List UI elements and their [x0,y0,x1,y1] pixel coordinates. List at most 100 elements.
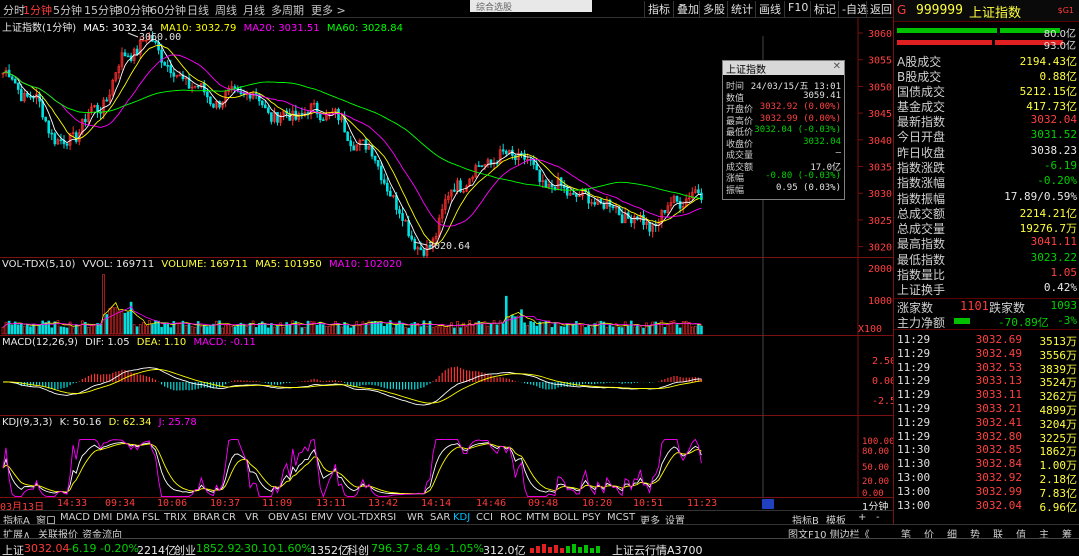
indicator-tab-4[interactable]: DMA [116,512,139,523]
volume-bar [559,326,563,335]
up-count: 1101 [960,299,989,313]
indicator-tab-19[interactable]: ROC [500,512,522,523]
kc-index-label[interactable]: 科创 [347,542,369,556]
sh-index-label[interactable]: 上证 [2,542,24,556]
toolbar-btn-back[interactable]: 返回 [866,1,895,17]
lower-tabbar: 扩展∧ 关联报价 资金流向 图文F10 侧边栏《 [0,524,893,541]
candle-body [172,72,176,77]
macd-chart-panel[interactable]: 2.50 0.00 -2.50 MACD(12,26,9) DIF: 1.05 DE… [0,336,893,416]
toolbar-btn-indicator[interactable]: 指标 [644,1,673,17]
popup-row-value: 3032.92 (0.00%) [759,102,841,112]
period-tab-multi[interactable]: 多周期 [271,2,304,18]
volume-bar [236,324,240,335]
popup-header: 上证指数 ✕ [723,61,844,76]
tick-price: 3032.99 [975,484,1022,498]
stock-search-input[interactable]: 综合选股 [470,0,592,12]
candle-body [16,82,20,90]
period-tab-day[interactable]: 日线 [187,2,209,18]
candle-body [535,164,539,171]
tick-time: 11:29 [897,402,931,415]
dif-label: DIF: 1.05 [85,337,130,348]
indicator-tab-14[interactable]: RSI [380,512,396,523]
volume-bar [456,321,459,335]
info-value: -6.19 [1043,158,1077,172]
quote-code: 999999 [916,3,963,18]
toolbar-btn-multi[interactable]: 多股 [699,1,728,17]
tick-price: 3032.85 [975,443,1022,457]
volume-bar [697,323,700,335]
volume-bar [504,295,508,335]
tick-row: 11:29 3032.53 3839万 [894,361,1079,376]
info-value: 417.73亿 [1026,100,1077,113]
tick-time: 13:00 [897,471,931,484]
indicator-tab-7[interactable]: BRAR [193,512,220,523]
netflow-label: 主力净额 [897,316,946,330]
indicator-tab-8[interactable]: CR [222,512,236,523]
indicator-tab-23[interactable]: MCST [607,512,635,523]
volume-chart-panel[interactable]: 20000 10000 X100 VOL-TDX(5,10) VVOL: 16971… [0,258,893,336]
period-tab-fenshi[interactable]: 分时 [3,2,25,18]
period-tab-15min[interactable]: 15分钟 [84,2,120,18]
toolbar-btn-mark[interactable]: 标记 [810,1,839,17]
volume-bar [361,321,365,335]
candle-body [419,247,423,251]
volume-bar [148,320,151,335]
kdj-chart-panel[interactable]: 100.00 80.00 50.00 20.00 0.00 KDJ(9,3,3) K: … [0,416,893,498]
volume-bar [541,322,545,335]
indicator-right-btn-3[interactable]: - [876,512,880,523]
candle-body [321,119,325,122]
candle-body [565,187,569,196]
volume-bar [568,323,572,335]
info-row: 基金成交 417.73亿 [894,98,1079,114]
toolbar-btn-draw[interactable]: 画线 [755,1,784,17]
indicator-tab-11[interactable]: ASI [291,512,307,523]
indicator-tab-13[interactable]: VOL-TDX [337,512,380,523]
volume-bar [38,324,41,335]
indicator-tab-6[interactable]: TRIX [164,512,187,523]
period-tab-60min[interactable]: 60分钟 [150,2,186,18]
indicator-tab-9[interactable]: VR [245,512,259,523]
candle-body [206,91,209,98]
candle-body [379,165,383,181]
period-tab-30min[interactable]: 30分钟 [116,2,152,18]
period-tab-5min[interactable]: 5分钟 [53,2,82,18]
toolbar-btn-overlay[interactable]: 叠加 [673,1,702,17]
period-tab-more[interactable]: 更多 > [311,2,346,18]
popup-row: 成交额 17.0亿 [723,160,844,173]
candle-body [349,140,353,147]
toolbar-btn-f10[interactable]: F10 [784,1,811,17]
indicator-tab-22[interactable]: PSY [582,512,601,523]
volume-bar [358,324,362,335]
indicator-tab-12[interactable]: EMV [311,512,333,523]
indicator-tab-15[interactable]: WR [407,512,424,523]
indicator-tab-21[interactable]: BOLL [553,512,579,523]
period-tab-week[interactable]: 周线 [215,2,237,18]
cy-index-label[interactable]: 创业 [174,542,196,556]
period-tab-1min[interactable]: 1分钟 [23,2,52,18]
indicator-tab-16[interactable]: SAR [430,512,450,523]
indicator-tab-17[interactable]: KDJ [453,512,470,523]
volume-bar [431,327,435,335]
indicator-right-btn-2[interactable]: + [858,512,866,523]
indicator-tab-10[interactable]: OBV [268,512,289,523]
popup-close-icon[interactable]: ✕ [833,61,841,72]
volume-bar [187,323,191,335]
volume-bar [379,321,383,335]
indicator-tab-3[interactable]: DMI [93,512,112,523]
dea-line [3,368,702,404]
candle-body [352,145,356,151]
info-value: 2214.21亿 [1019,206,1077,220]
vol-tick-label: 10000 [868,296,893,307]
info-row: 指数量比 1.05 [894,266,1079,282]
indicator-tab-2[interactable]: MACD [60,512,90,523]
indicator-tab-18[interactable]: CCI [476,512,493,523]
toolbar-btn-stats[interactable]: 统计 [727,1,756,17]
vvol-label: VVOL: 169711 [82,259,155,270]
indicator-tab-5[interactable]: FSL [142,512,160,523]
info-value: 0.88亿 [1039,70,1078,83]
period-tab-month[interactable]: 月线 [243,2,265,18]
volume-bar [315,324,319,335]
indicator-tab-20[interactable]: MTM [526,512,549,523]
market-breadth-icon [530,542,602,554]
time-axis-scroll-thumb[interactable] [762,499,774,509]
